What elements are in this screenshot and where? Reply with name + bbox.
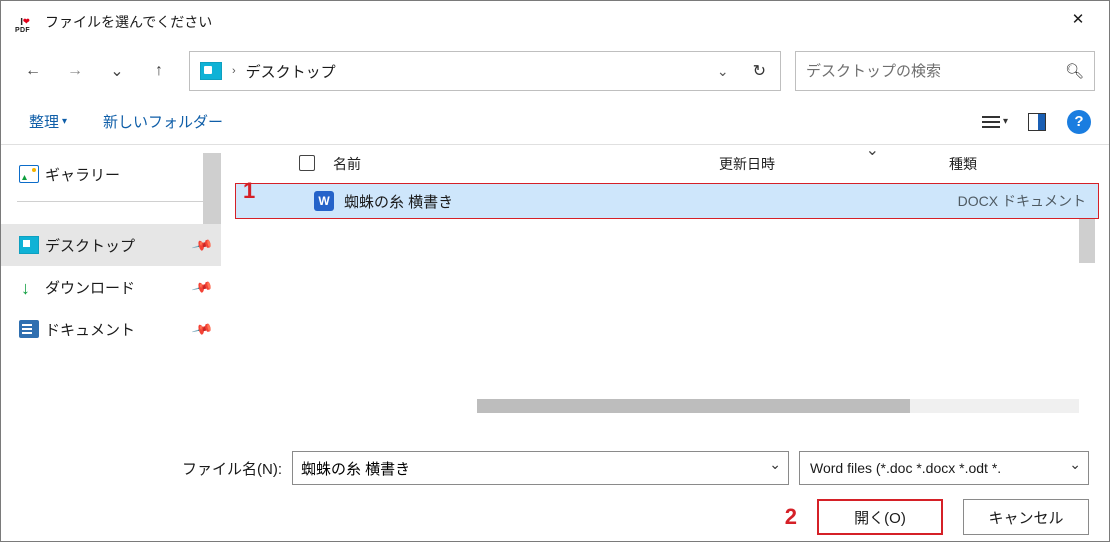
sidebar-item-desktop[interactable]: デスクトップ 📌 — [1, 224, 221, 266]
filename-input[interactable] — [292, 451, 789, 485]
titlebar: I❤ PDF ファイルを選んでください ✕ — [1, 1, 1109, 43]
organize-label: 整理 — [29, 111, 59, 132]
pin-icon: 📌 — [190, 233, 214, 256]
word-file-icon: W — [314, 191, 334, 211]
window-title: ファイルを選んでください — [45, 12, 212, 32]
sidebar-item-downloads[interactable]: ↓ ダウンロード 📌 — [1, 266, 221, 308]
chevron-down-icon: ▾ — [1003, 116, 1008, 127]
file-list-area: 名前 更新日時 種類 W 蜘蛛の糸 横書き DOCX ドキュメント — [221, 145, 1109, 423]
pin-icon: 📌 — [190, 317, 214, 340]
sidebar-item-documents[interactable]: ドキュメント 📌 — [1, 308, 221, 350]
up-button[interactable]: ↑ — [141, 53, 177, 89]
cancel-button[interactable]: キャンセル — [963, 499, 1089, 535]
filter-value: Word files (*.doc *.docx *.odt *. — [810, 460, 1001, 476]
address-dropdown-icon[interactable]: ⌄ — [711, 63, 735, 80]
gallery-icon — [19, 165, 39, 183]
file-open-dialog: I❤ PDF ファイルを選んでください ✕ ← → ⌄ ↑ › デスクトップ ⌄… — [0, 0, 1110, 542]
back-button[interactable]: ← — [15, 53, 51, 89]
download-icon: ↓ — [21, 278, 41, 296]
address-location: デスクトップ — [246, 61, 701, 82]
open-button-label: 開く(O) — [854, 507, 906, 528]
bottom-panel: ファイル名(N): Word files (*.doc *.docx *.odt… — [1, 423, 1109, 541]
cancel-button-label: キャンセル — [988, 507, 1063, 528]
sidebar-item-label: デスクトップ — [45, 235, 135, 256]
sidebar-item-label: ドキュメント — [45, 319, 135, 340]
chevron-right-icon: › — [232, 65, 236, 77]
desktop-icon — [200, 62, 222, 80]
sidebar-item-label: ダウンロード — [45, 277, 135, 298]
forward-button[interactable]: → — [57, 53, 93, 89]
new-folder-label: 新しいフォルダー — [103, 111, 223, 132]
column-name[interactable]: 名前 — [295, 154, 719, 174]
preview-pane-icon — [1028, 113, 1046, 131]
command-bar: 整理 ▾ 新しいフォルダー ▾ ? — [1, 99, 1109, 145]
documents-icon — [19, 320, 39, 338]
file-name: 蜘蛛の糸 横書き — [344, 191, 718, 212]
annotation-marker-2: 2 — [785, 504, 797, 530]
organize-menu[interactable]: 整理 ▾ — [29, 111, 67, 132]
search-box[interactable]: 🔍︎ — [795, 51, 1095, 91]
open-button[interactable]: 開く(O) — [817, 499, 943, 535]
new-folder-button[interactable]: 新しいフォルダー — [103, 111, 223, 132]
help-button[interactable]: ? — [1063, 106, 1095, 138]
column-headers: 名前 更新日時 種類 — [235, 145, 1109, 183]
refresh-icon[interactable]: ↻ — [745, 61, 774, 81]
search-input[interactable] — [806, 63, 1065, 80]
divider — [17, 201, 205, 202]
column-type[interactable]: 種類 — [949, 154, 1109, 174]
file-row[interactable]: W 蜘蛛の糸 横書き DOCX ドキュメント — [235, 183, 1099, 219]
address-bar[interactable]: › デスクトップ ⌄ ↻ — [189, 51, 781, 91]
nav-bar: ← → ⌄ ↑ › デスクトップ ⌄ ↻ 🔍︎ — [1, 43, 1109, 99]
view-menu[interactable]: ▾ — [979, 106, 1011, 138]
sidebar-item-gallery[interactable]: ギャラリー — [1, 153, 221, 195]
pin-icon: 📌 — [190, 275, 214, 298]
list-view-icon — [982, 116, 1000, 128]
body: ギャラリー デスクトップ 📌 ↓ ダウンロード 📌 ドキュメント 📌 — [1, 145, 1109, 423]
sidebar-item-label: ギャラリー — [45, 164, 120, 185]
app-icon: I❤ PDF — [15, 12, 35, 32]
help-icon: ? — [1067, 110, 1091, 134]
column-date[interactable]: 更新日時 — [719, 154, 949, 174]
desktop-icon — [19, 236, 39, 254]
close-icon[interactable]: ✕ — [1055, 3, 1101, 35]
file-type-filter[interactable]: Word files (*.doc *.docx *.odt *. — [799, 451, 1089, 485]
select-all-checkbox[interactable] — [299, 155, 315, 171]
preview-pane-button[interactable] — [1021, 106, 1053, 138]
sidebar: ギャラリー デスクトップ 📌 ↓ ダウンロード 📌 ドキュメント 📌 — [1, 145, 221, 423]
scrollbar-thumb[interactable] — [477, 399, 910, 413]
chevron-down-icon: ▾ — [62, 116, 67, 127]
filename-label: ファイル名(N): — [182, 458, 282, 479]
horizontal-scrollbar[interactable] — [477, 399, 1079, 413]
file-type: DOCX ドキュメント — [938, 191, 1098, 211]
recent-chevron-icon[interactable]: ⌄ — [99, 53, 135, 89]
annotation-marker-1: 1 — [243, 178, 255, 204]
search-icon[interactable]: 🔍︎ — [1065, 62, 1084, 80]
